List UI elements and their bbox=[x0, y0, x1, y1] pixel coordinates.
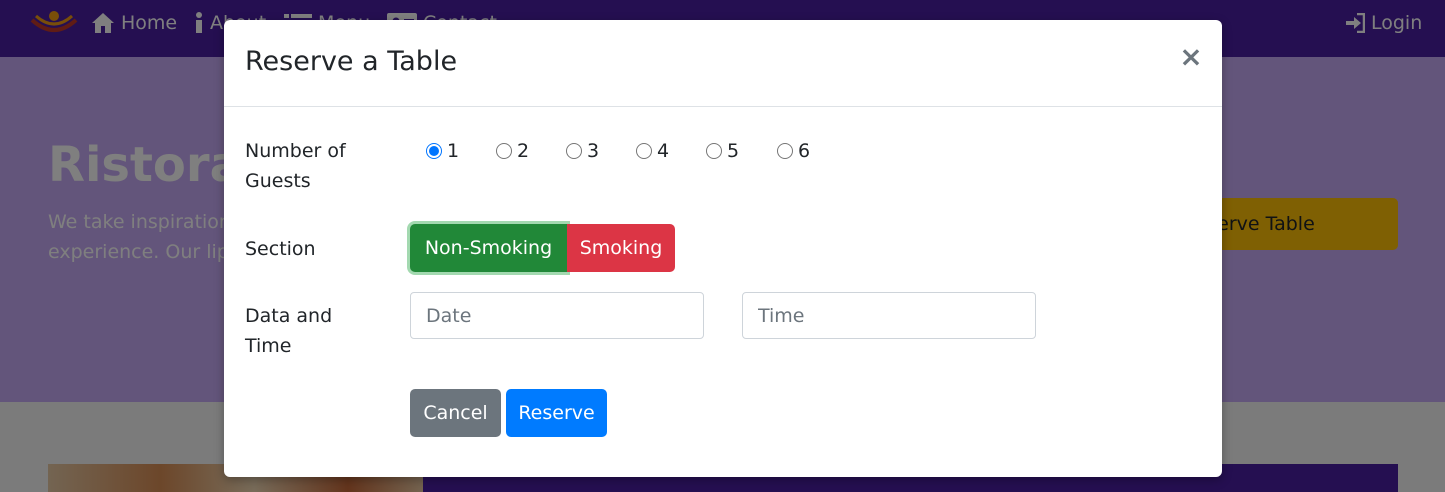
non-smoking-button[interactable]: Non-Smoking bbox=[410, 224, 567, 272]
time-input[interactable] bbox=[742, 292, 1036, 339]
guest-option-2[interactable]: 2 bbox=[496, 140, 529, 162]
reserve-button[interactable]: Reserve bbox=[506, 389, 607, 437]
radio-icon[interactable] bbox=[636, 143, 652, 159]
reserve-table-modal: Reserve a Table × Number of Guests 1 2 3… bbox=[224, 20, 1222, 477]
guest-option-1[interactable]: 1 bbox=[426, 140, 459, 162]
guest-option-4[interactable]: 4 bbox=[636, 140, 669, 162]
guest-option-6[interactable]: 6 bbox=[777, 140, 810, 162]
radio-icon[interactable] bbox=[777, 143, 793, 159]
smoking-button[interactable]: Smoking bbox=[567, 224, 675, 272]
guests-label: Number of Guests bbox=[245, 140, 346, 192]
close-button[interactable]: × bbox=[1176, 42, 1206, 72]
cancel-button[interactable]: Cancel bbox=[410, 389, 501, 437]
guest-option-5[interactable]: 5 bbox=[706, 140, 739, 162]
date-input[interactable] bbox=[410, 292, 704, 339]
radio-icon[interactable] bbox=[706, 143, 722, 159]
radio-icon[interactable] bbox=[566, 143, 582, 159]
radio-icon[interactable] bbox=[496, 143, 512, 159]
section-label: Section bbox=[245, 238, 316, 260]
modal-header: Reserve a Table × bbox=[224, 20, 1222, 107]
guest-option-3[interactable]: 3 bbox=[566, 140, 599, 162]
radio-checked-icon[interactable] bbox=[426, 143, 442, 159]
modal-title: Reserve a Table bbox=[245, 46, 458, 77]
datetime-label: Data and Time bbox=[245, 305, 333, 357]
